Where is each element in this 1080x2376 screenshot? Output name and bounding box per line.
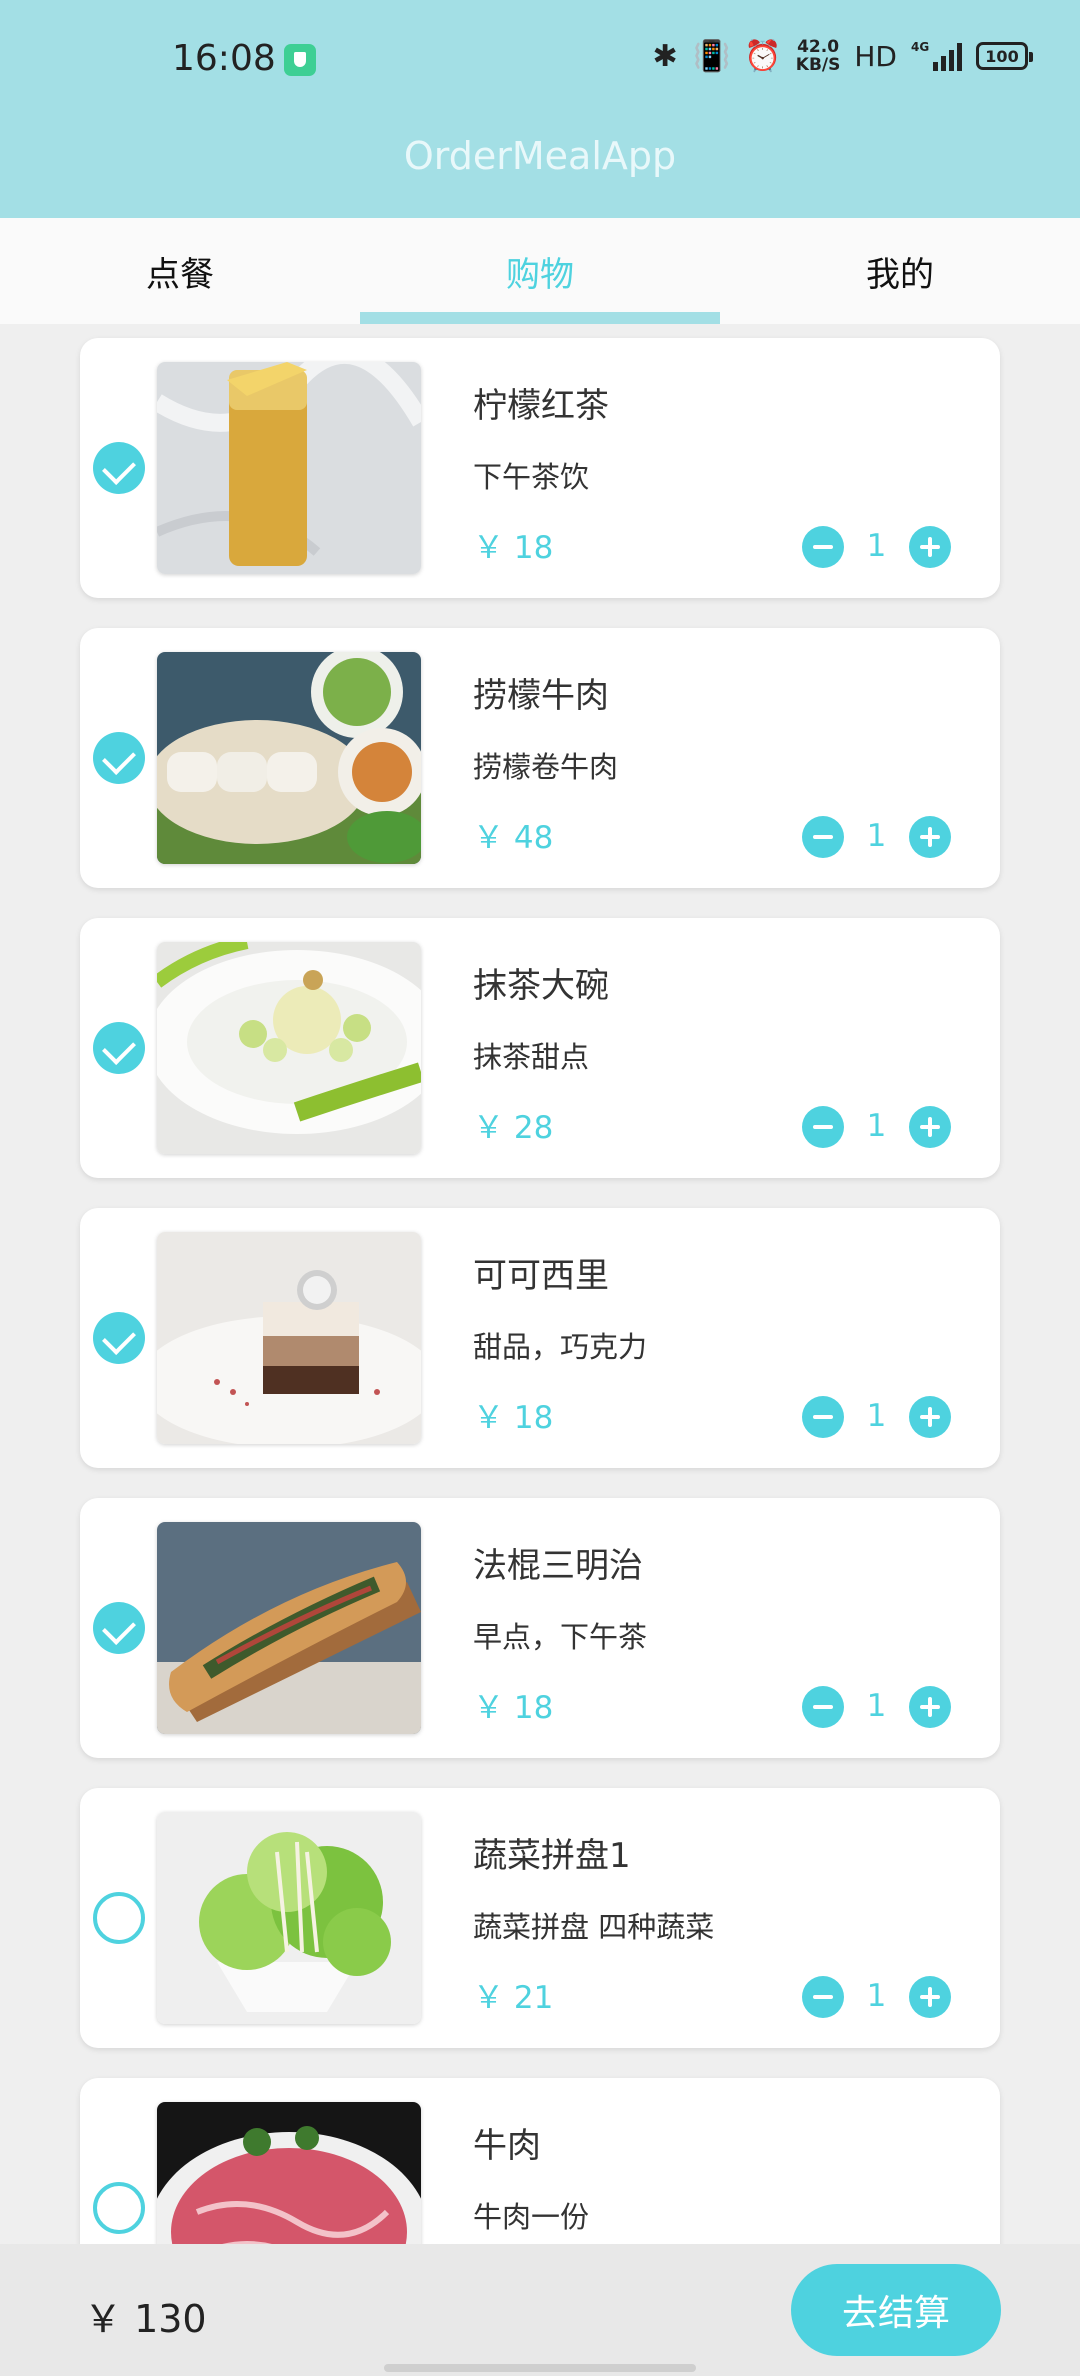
cart-item: 捞檬牛肉 捞檬卷牛肉 ￥ 48 1 <box>80 628 1000 888</box>
item-image <box>157 942 421 1154</box>
item-name: 法棍三明治 <box>473 1546 643 1586</box>
item-desc: 甜品，巧克力 <box>473 1330 648 1364</box>
plus-button[interactable] <box>909 526 951 568</box>
checkout-button[interactable]: 去结算 <box>791 2264 1001 2356</box>
quantity-value: 1 <box>866 1688 887 1724</box>
tab-order[interactable]: 点餐 <box>0 218 360 324</box>
plus-button[interactable] <box>909 816 951 858</box>
item-checkbox[interactable] <box>93 442 145 494</box>
quantity-stepper: 1 <box>802 526 952 570</box>
plus-button[interactable] <box>909 1686 951 1728</box>
item-desc: 下午茶饮 <box>473 460 590 494</box>
minus-button[interactable] <box>802 816 844 858</box>
battery-icon: 100 <box>976 42 1033 70</box>
vibrate-icon: 📳 <box>693 38 731 74</box>
net-speed-value: 42.0 <box>797 37 840 57</box>
bottom-bar: ￥ 130 去结算 <box>0 2244 1080 2376</box>
item-price: ￥ 18 <box>473 1400 554 1436</box>
quantity-stepper: 1 <box>802 1106 952 1150</box>
signal-icon: 4G <box>911 41 962 71</box>
quantity-value: 1 <box>866 1108 887 1144</box>
tab-label: 购物 <box>506 254 574 295</box>
item-checkbox[interactable] <box>93 2182 145 2234</box>
item-name: 捞檬牛肉 <box>473 676 609 716</box>
item-desc: 牛肉一份 <box>473 2200 590 2234</box>
plus-button[interactable] <box>909 1976 951 2018</box>
cart-list[interactable]: 柠檬红茶 下午茶饮 ￥ 18 1 捞檬牛肉 捞檬卷牛肉 ￥ 48 1 抹茶大碗 … <box>0 324 1080 2244</box>
item-desc: 蔬菜拼盘 四种蔬菜 <box>473 1910 715 1944</box>
app-bar: OrderMealApp <box>0 120 1080 218</box>
tab-label: 点餐 <box>146 254 214 295</box>
status-time: 16:08 <box>172 38 276 79</box>
quantity-stepper: 1 <box>802 816 952 860</box>
quantity-stepper: 1 <box>802 1396 952 1440</box>
quantity-stepper: 1 <box>802 1976 952 2020</box>
item-price: ￥ 18 <box>473 1690 554 1726</box>
status-bar: 16:08 ✱ 📳 ⏰ 42.0 KB/S HD 4G 100 <box>0 0 1080 120</box>
minus-button[interactable] <box>802 526 844 568</box>
item-price: ￥ 18 <box>473 530 554 566</box>
cart-item: 可可西里 甜品，巧克力 ￥ 18 1 <box>80 1208 1000 1468</box>
item-name: 抹茶大碗 <box>473 966 609 1006</box>
bluetooth-icon: ✱ <box>652 38 678 74</box>
plus-button[interactable] <box>909 1106 951 1148</box>
item-image <box>157 2102 421 2244</box>
item-image <box>157 1812 421 2024</box>
minus-button[interactable] <box>802 1106 844 1148</box>
item-price: ￥ 28 <box>473 1110 554 1146</box>
item-desc: 抹茶甜点 <box>473 1040 590 1074</box>
cart-item: 柠檬红茶 下午茶饮 ￥ 18 1 <box>80 338 1000 598</box>
item-checkbox[interactable] <box>93 1602 145 1654</box>
item-image <box>157 1232 421 1444</box>
item-image <box>157 652 421 864</box>
quantity-stepper: 1 <box>802 1686 952 1730</box>
shield-app-icon <box>284 44 316 76</box>
item-name: 蔬菜拼盘1 <box>473 1836 631 1876</box>
item-image <box>157 362 421 574</box>
cart-item: 法棍三明治 早点，下午茶 ￥ 18 1 <box>80 1498 1000 1758</box>
net-speed-unit: KB/S <box>795 55 841 75</box>
tab-mine[interactable]: 我的 <box>720 218 1080 324</box>
net-speed: 42.0 KB/S <box>796 38 841 74</box>
item-name: 牛肉 <box>473 2126 541 2166</box>
item-checkbox[interactable] <box>93 1892 145 1944</box>
alarm-icon: ⏰ <box>744 38 782 74</box>
item-price: ￥ 48 <box>473 820 554 856</box>
network-type: 4G <box>911 40 930 54</box>
item-checkbox[interactable] <box>93 732 145 784</box>
tab-shopping[interactable]: 购物 <box>360 218 720 324</box>
cart-item: 蔬菜拼盘1 蔬菜拼盘 四种蔬菜 ￥ 21 1 <box>80 1788 1000 2048</box>
item-checkbox[interactable] <box>93 1022 145 1074</box>
status-icons: ✱ 📳 ⏰ 42.0 KB/S HD 4G 100 <box>651 36 1033 76</box>
quantity-value: 1 <box>866 1978 887 2014</box>
minus-button[interactable] <box>802 1686 844 1728</box>
cart-item: 抹茶大碗 抹茶甜点 ￥ 28 1 <box>80 918 1000 1178</box>
item-desc: 早点，下午茶 <box>473 1620 648 1654</box>
item-checkbox[interactable] <box>93 1312 145 1364</box>
minus-button[interactable] <box>802 1976 844 2018</box>
tab-label: 我的 <box>866 254 934 295</box>
item-price: ￥ 21 <box>473 1980 554 2016</box>
item-desc: 捞檬卷牛肉 <box>473 750 619 784</box>
app-title: OrderMealApp <box>403 134 677 178</box>
plus-button[interactable] <box>909 1396 951 1438</box>
quantity-value: 1 <box>866 1398 887 1434</box>
cart-item: 牛肉 牛肉一份 <box>80 2078 1000 2244</box>
quantity-value: 1 <box>866 818 887 854</box>
tab-bar: 点餐 购物 我的 <box>0 218 1080 324</box>
home-indicator[interactable] <box>384 2364 696 2372</box>
item-name: 可可西里 <box>473 1256 609 1296</box>
item-name: 柠檬红茶 <box>473 386 609 426</box>
minus-button[interactable] <box>802 1396 844 1438</box>
total-price: ￥ 130 <box>84 2297 207 2341</box>
battery-level: 100 <box>985 46 1019 66</box>
item-image <box>157 1522 421 1734</box>
quantity-value: 1 <box>866 528 887 564</box>
hd-label: HD <box>854 39 897 73</box>
